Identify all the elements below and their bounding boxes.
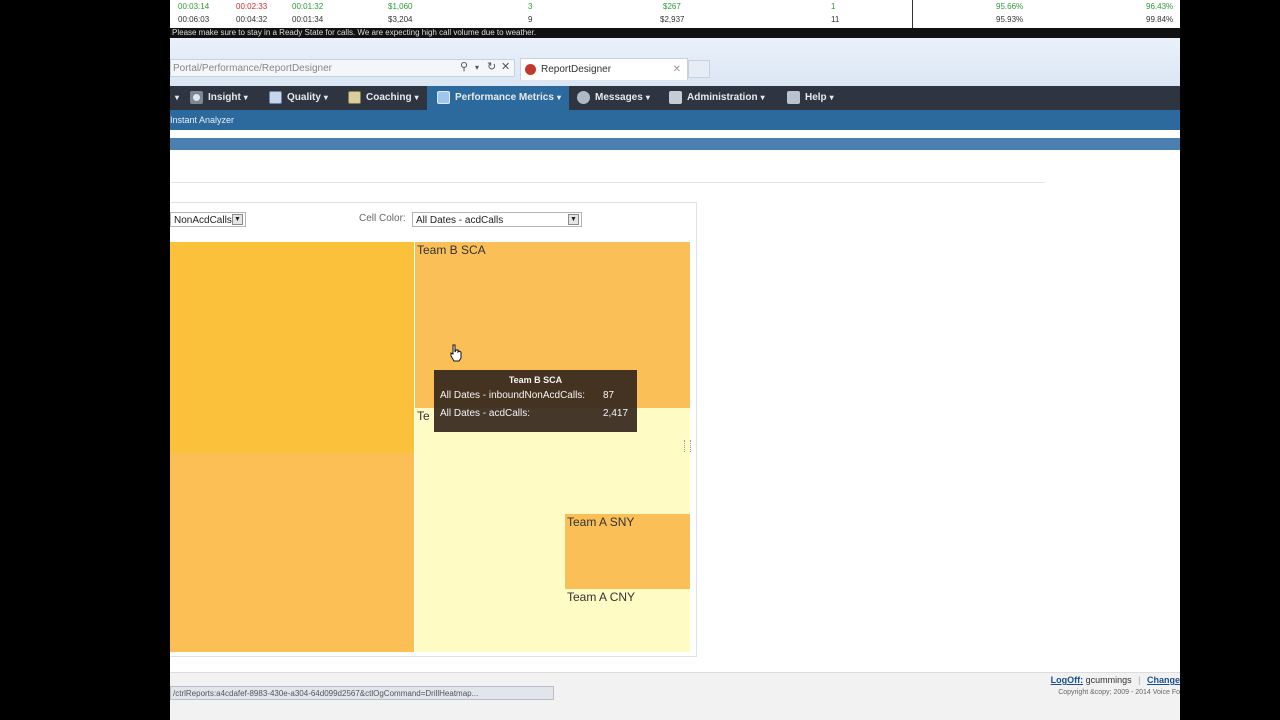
stats-row: 00:06:03 00:04:32 00:01:34 $3,204 9 $2,9…	[170, 15, 1180, 27]
heatmap-cell[interactable]	[170, 242, 414, 453]
ticker-message: Please make sure to stay in a Ready Stat…	[170, 28, 1180, 38]
user-area: LogOff: gcummings | Change	[1050, 675, 1180, 685]
stat-cell: $2,937	[660, 15, 685, 24]
tab-close-icon[interactable]: ✕	[673, 59, 681, 81]
checklist-icon	[269, 90, 282, 104]
nav-item-administration[interactable]: Administration ▾	[669, 86, 765, 110]
heatmap-cell-team-a-cny[interactable]: Team A CNY	[565, 589, 690, 652]
stat-cell: 96.43%	[1146, 2, 1174, 11]
tooltip-title: Team B SCA	[508, 375, 563, 385]
cell-color-label: Cell Color:	[359, 213, 406, 224]
stat-cell: 3	[528, 2, 533, 11]
stat-cell: 00:02:33	[236, 2, 268, 11]
sub-nav-strip	[170, 138, 1180, 150]
nav-item-coaching[interactable]: Coaching ▾	[348, 86, 419, 110]
stat-cell: 11	[831, 15, 840, 24]
stat-cell: 00:06:03	[178, 15, 210, 24]
tab-title: ReportDesigner	[541, 64, 612, 75]
browser-tab[interactable]: ReportDesigner ✕	[520, 58, 688, 80]
browser-chrome: Portal/Performance/ReportDesigner ⚲ ▾ ↻ …	[170, 38, 1180, 86]
nav-overflow[interactable]: ▾	[172, 86, 179, 110]
status-bar-url: /ctrlReports:a4cdafef-8983-430e-a304-64d…	[170, 686, 554, 700]
nav-label: Messages	[595, 92, 643, 103]
nav-item-help[interactable]: Help ▾	[787, 86, 834, 110]
chevron-down-icon[interactable]: ▼	[232, 214, 243, 225]
select-value: NonAcdCalls	[174, 215, 232, 226]
nav-label: Help	[805, 92, 827, 103]
stats-divider	[912, 0, 913, 28]
hand-cursor-icon	[450, 344, 462, 362]
sub-nav: Instant Analyzer	[170, 110, 1180, 130]
stat-cell: 00:01:32	[292, 2, 324, 11]
nav-item-messages[interactable]: Messages ▾	[577, 86, 650, 110]
heatmap-cell[interactable]	[170, 453, 414, 652]
stat-cell: 95.66%	[996, 2, 1024, 11]
nav-label: Quality	[287, 92, 321, 103]
cell-label: Team B SCA	[417, 243, 486, 257]
nav-item-performance-metrics[interactable]: Performance Metrics ▾	[427, 86, 569, 110]
dropdown-arrow-icon[interactable]: ▾	[475, 63, 479, 72]
admin-icon	[669, 90, 682, 104]
tooltip-label: All Dates - acdCalls:	[440, 408, 531, 419]
logoff-link[interactable]: LogOff:	[1051, 675, 1083, 685]
stat-cell: 99.84%	[1146, 15, 1174, 24]
new-tab-button[interactable]	[688, 60, 710, 78]
stat-cell: $267	[663, 2, 681, 11]
tooltip-value: 87	[603, 390, 615, 401]
chart-icon	[437, 90, 450, 104]
globe-icon	[577, 90, 590, 104]
stat-cell: $1,060	[388, 2, 413, 11]
help-book-icon	[787, 90, 800, 104]
stop-icon[interactable]: ✕	[501, 60, 510, 73]
search-icon[interactable]: ⚲	[460, 60, 468, 73]
chevron-down-icon[interactable]: ▼	[568, 214, 579, 225]
screen: 00:03:14 00:02:33 00:01:32 $1,060 3 $267…	[170, 0, 1180, 720]
nav-item-insight[interactable]: Insight ▾	[190, 86, 248, 110]
stat-cell: 9	[528, 15, 533, 24]
stat-cell: 1	[831, 2, 836, 11]
magnifier-icon	[190, 90, 203, 104]
resize-handle[interactable]	[684, 440, 691, 452]
nav-item-quality[interactable]: Quality ▾	[269, 86, 328, 110]
divider	[170, 182, 1045, 183]
username: gcummings	[1085, 675, 1132, 685]
favicon-icon	[525, 64, 536, 75]
copyright-text: Copyright &copy; 2009 - 2014 Voice Fo	[1058, 689, 1180, 696]
stat-cell: 00:01:34	[292, 15, 324, 24]
tooltip-value: 2,417	[603, 408, 629, 419]
stat-cell: $3,204	[388, 15, 413, 24]
heatmap-cell-team-a-sny[interactable]: Team A SNY	[565, 514, 690, 589]
cell-label: Team A CNY	[567, 590, 636, 604]
cell-label: Te	[417, 409, 430, 423]
stat-cell: 95.93%	[996, 15, 1024, 24]
nav-label: Performance Metrics	[455, 92, 554, 103]
heatmap-tooltip: Team B SCA All Dates - inboundNonAcdCall…	[434, 370, 637, 432]
tooltip-label: All Dates - inboundNonAcdCalls:	[440, 390, 586, 401]
cell-label: Team A SNY	[567, 515, 635, 529]
main-nav: ▾ Insight ▾ Quality ▾ Coaching ▾ Performanc…	[170, 86, 1180, 110]
cell-color-select[interactable]: All Dates - acdCalls ▼	[412, 212, 582, 227]
size-by-select[interactable]: NonAcdCalls ▼	[170, 212, 246, 227]
select-value: All Dates - acdCalls	[416, 215, 504, 226]
nav-label: Administration	[687, 92, 758, 103]
stat-cell: 00:04:32	[236, 15, 268, 24]
stat-cell: 00:03:14	[178, 2, 210, 11]
stats-row: 00:03:14 00:02:33 00:01:32 $1,060 3 $267…	[170, 2, 1180, 14]
refresh-icon[interactable]: ↻	[487, 60, 496, 73]
nav-label: Insight	[208, 92, 241, 103]
stats-bar: 00:03:14 00:02:33 00:01:32 $1,060 3 $267…	[170, 0, 1180, 28]
coaching-icon	[348, 90, 361, 104]
subnav-item-instant-analyzer[interactable]: Instant Analyzer	[170, 115, 234, 125]
change-link[interactable]: Change	[1147, 675, 1180, 685]
nav-label: Coaching	[366, 92, 412, 103]
